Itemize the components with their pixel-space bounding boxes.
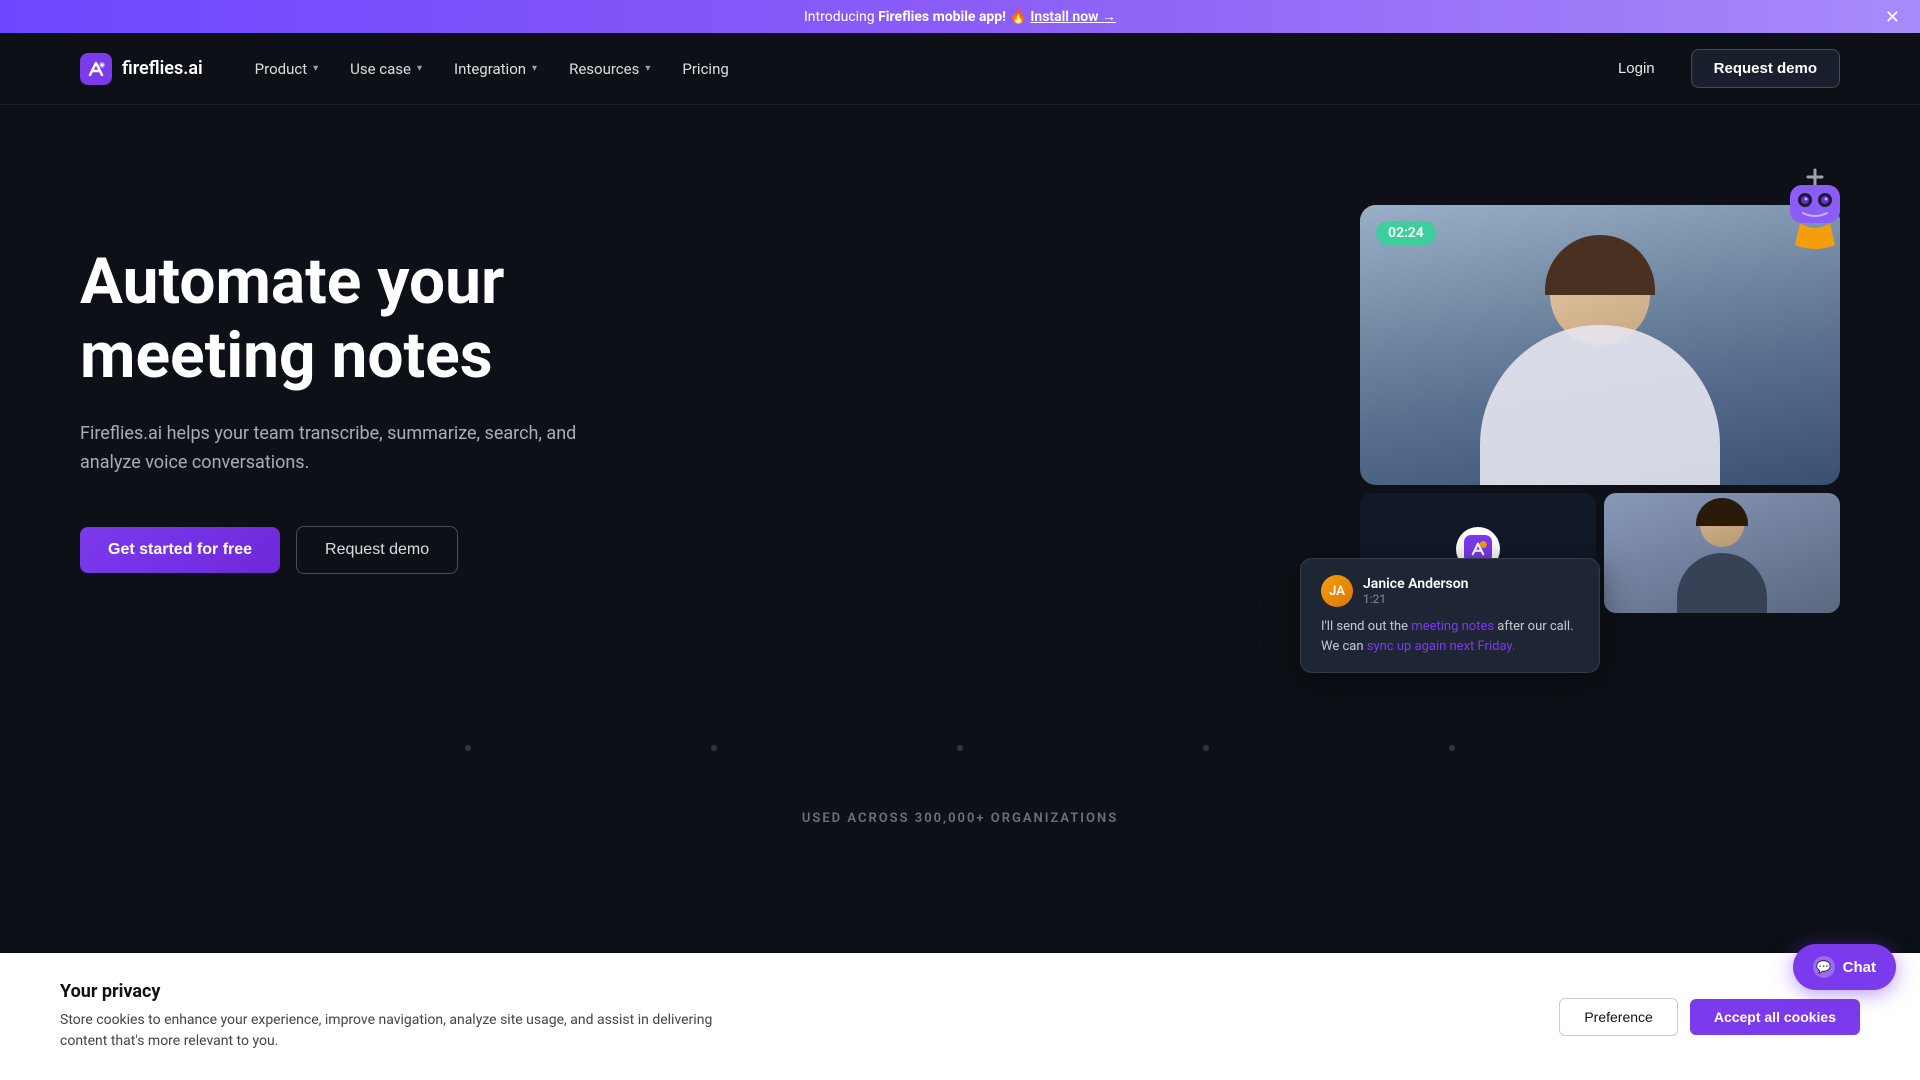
banner-close-button[interactable]: ✕	[1885, 8, 1900, 26]
hero-section: Automate your meeting notes Fireflies.ai…	[0, 105, 1920, 725]
hero-title: Automate your meeting notes	[80, 245, 640, 392]
nav-item-pricing[interactable]: Pricing	[670, 52, 740, 86]
stats-label: USED ACROSS 300,000+ ORGANIZATIONS	[0, 771, 1920, 846]
sync-link[interactable]: sync up again next Friday.	[1367, 639, 1516, 654]
message-timestamp: 1:21	[1363, 592, 1468, 606]
secondary-video-panel	[1604, 493, 1840, 613]
announcement-banner: Introducing Fireflies mobile app! 🔥 Inst…	[0, 0, 1920, 33]
request-demo-hero-button[interactable]: Request demo	[296, 526, 458, 574]
fireflies-logo-icon	[80, 53, 112, 85]
dots-decoration	[0, 725, 1920, 771]
message-header: JA Janice Anderson 1:21	[1321, 575, 1579, 607]
nav-item-product[interactable]: Product ▾	[243, 52, 330, 86]
cookie-text-area: Your privacy Store cookies to enhance yo…	[60, 981, 760, 1052]
cookie-body: Store cookies to enhance your experience…	[60, 1010, 760, 1052]
nav-item-resources[interactable]: Resources ▾	[557, 52, 662, 86]
chevron-down-icon: ▾	[417, 63, 422, 74]
install-now-link[interactable]: Install now →	[1030, 9, 1116, 25]
nav-item-usecase[interactable]: Use case ▾	[338, 52, 434, 86]
hero-left: Automate your meeting notes Fireflies.ai…	[80, 185, 640, 574]
message-body: I'll send out the meeting notes after ou…	[1321, 617, 1579, 656]
cookie-actions: Preference Accept all cookies	[1559, 998, 1860, 1036]
preference-button[interactable]: Preference	[1559, 998, 1677, 1036]
chevron-down-icon: ▾	[532, 63, 537, 74]
cookie-title: Your privacy	[60, 981, 760, 1002]
request-demo-nav-button[interactable]: Request demo	[1691, 49, 1840, 88]
navbar: fireflies.ai Product ▾ Use case ▾ Integr…	[0, 33, 1920, 105]
chevron-down-icon: ▾	[645, 63, 650, 74]
logo-text: fireflies.ai	[122, 58, 203, 79]
timer-badge: 02:24	[1376, 221, 1436, 245]
nav-links: Product ▾ Use case ▾ Integration ▾ Resou…	[243, 52, 741, 86]
chevron-down-icon: ▾	[313, 63, 318, 74]
robot-mascot	[1770, 165, 1860, 255]
main-video-panel: 02:24	[1360, 205, 1840, 485]
get-started-button[interactable]: Get started for free	[80, 527, 280, 573]
chat-button[interactable]: 💬 Chat	[1793, 944, 1896, 990]
hero-subtitle: Fireflies.ai helps your team transcribe,…	[80, 420, 640, 478]
hero-actions: Get started for free Request demo	[80, 526, 640, 574]
cookie-banner: Your privacy Store cookies to enhance yo…	[0, 953, 1920, 1080]
chat-icon: 💬	[1813, 956, 1835, 978]
nav-right: Login Request demo	[1598, 49, 1840, 88]
message-card: JA Janice Anderson 1:21 I'll send out th…	[1300, 558, 1600, 673]
login-button[interactable]: Login	[1598, 52, 1675, 85]
nav-item-integration[interactable]: Integration ▾	[442, 52, 549, 86]
nav-left: fireflies.ai Product ▾ Use case ▾ Integr…	[80, 52, 741, 86]
sender-name: Janice Anderson	[1363, 576, 1468, 592]
logo[interactable]: fireflies.ai	[80, 53, 203, 85]
meeting-notes-link[interactable]: meeting notes	[1411, 619, 1494, 634]
avatar: JA	[1321, 575, 1353, 607]
banner-text: Introducing Fireflies mobile app! 🔥 Inst…	[804, 8, 1116, 25]
accept-cookies-button[interactable]: Accept all cookies	[1690, 999, 1860, 1035]
message-sender-info: Janice Anderson 1:21	[1363, 576, 1468, 606]
hero-right: 02:24 JA Janice Anderson 1:21 I'll send …	[1360, 205, 1840, 613]
